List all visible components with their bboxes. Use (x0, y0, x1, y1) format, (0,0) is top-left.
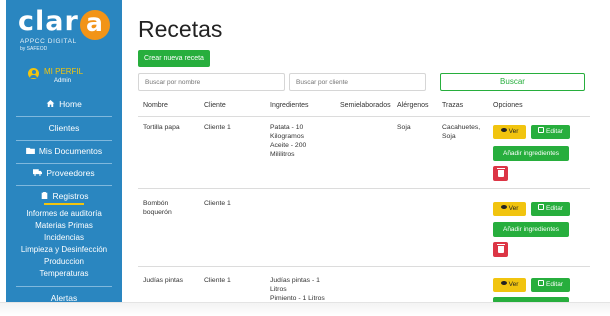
eye-icon (500, 281, 507, 286)
row-divider (138, 266, 590, 267)
nav-documentos[interactable]: Mis Documentos (6, 142, 122, 160)
cell-cliente: Cliente 1 (204, 277, 231, 284)
column-header-alergenos: Alérgenos (397, 102, 429, 109)
divider (16, 185, 112, 186)
view-button[interactable]: Ver (493, 278, 526, 292)
clipboard-icon (41, 192, 47, 200)
truck-icon (33, 169, 43, 177)
ingredient-line: Judías pintas - 1 (270, 277, 320, 284)
edit-button-label: Editar (546, 281, 563, 288)
column-header-nombre: Nombre (143, 102, 168, 109)
nav-proveedores-label: Proveedores (46, 168, 95, 178)
logo-by-line: by SAFEOD (20, 46, 48, 52)
active-underline (44, 203, 84, 205)
scroll-edge (0, 302, 610, 316)
subnav-materias-primas[interactable]: Materias Primas (6, 220, 122, 232)
view-button[interactable]: Ver (493, 125, 526, 139)
divider (16, 116, 112, 117)
nav-proveedores[interactable]: Proveedores (6, 164, 122, 182)
profile-role: Admin (54, 78, 72, 84)
ingredient-line: Kilogramos (270, 133, 304, 140)
folder-icon (25, 148, 35, 155)
delete-button[interactable] (493, 242, 508, 257)
trace-line: Cacahuetes, (442, 124, 481, 131)
cell-ingredientes: Patata - 10 Kilogramos Aceite - 200 Mili… (270, 123, 306, 159)
app-logo[interactable]: clar a APPCC DIGITAL by SAFEOD (16, 6, 112, 52)
nav-registros-label: Registros (52, 191, 89, 201)
edit-icon (538, 280, 544, 287)
column-header-ingredientes: Ingredientes (270, 102, 309, 109)
eye-icon (500, 205, 507, 210)
nav-home[interactable]: Home (6, 95, 122, 113)
search-client-input[interactable] (289, 73, 426, 91)
logo-tagline: APPCC DIGITAL (20, 38, 77, 45)
header-divider (138, 116, 590, 117)
cell-ingredientes: Judías pintas - 1 Litros Pimiento - 1 Li… (270, 276, 325, 303)
logo-letter: a (86, 8, 103, 37)
cell-cliente: Cliente 1 (204, 200, 231, 207)
subnav-produccion[interactable]: Produccion (6, 256, 122, 268)
cell-cliente: Cliente 1 (204, 124, 231, 131)
view-button-label: Ver (508, 205, 519, 212)
nav-home-label: Home (59, 99, 82, 109)
view-button[interactable]: Ver (493, 202, 526, 216)
divider (16, 286, 112, 287)
search-button[interactable]: Buscar (440, 73, 585, 91)
subnav-informes[interactable]: Informes de auditoría (6, 208, 122, 220)
column-header-semielaborados: Semielaborados (340, 102, 391, 109)
home-icon (46, 100, 55, 108)
ingredient-line: Litros (270, 286, 287, 293)
name-line: boquerón (143, 209, 172, 216)
edit-icon (538, 127, 544, 134)
cell-alergenos: Soja (397, 124, 411, 131)
user-icon (28, 68, 39, 79)
logo-word: clar (18, 6, 79, 37)
column-header-cliente: Cliente (204, 102, 226, 109)
nav-documentos-label: Mis Documentos (38, 146, 103, 156)
create-recipe-button[interactable]: Crear nueva receta (138, 50, 210, 67)
column-header-opciones: Opciones (493, 102, 523, 109)
edit-button[interactable]: Editar (531, 125, 570, 139)
name-line: Bombón (143, 200, 169, 207)
edit-button[interactable]: Editar (531, 278, 570, 292)
ingredient-line: Patata - 10 (270, 124, 304, 131)
cell-nombre: Bombón boquerón (143, 199, 172, 217)
edit-icon (538, 204, 544, 211)
eye-icon (500, 128, 507, 133)
trace-line: Soja (442, 133, 456, 140)
profile-link[interactable]: MI PERFIL Admin (28, 64, 118, 88)
cell-nombre: Tortilla papa (143, 124, 180, 131)
ingredient-line: Mililitros (270, 151, 295, 158)
cell-nombre: Judías pintas (143, 277, 184, 284)
edit-button[interactable]: Editar (531, 202, 570, 216)
logo-circle: a (80, 10, 110, 40)
row-divider (138, 188, 590, 189)
trash-icon (496, 244, 505, 253)
page-title: Recetas (138, 16, 223, 42)
delete-button[interactable] (493, 166, 508, 181)
ingredient-line: Aceite - 200 (270, 142, 307, 149)
subnav-temperaturas[interactable]: Temperaturas (6, 268, 122, 280)
divider (16, 140, 112, 141)
sidebar: clar a APPCC DIGITAL by SAFEOD MI PERFIL… (6, 0, 122, 304)
add-ingredients-button[interactable]: Añadir ingredientes (493, 222, 569, 237)
nav-clientes-label: Clientes (48, 123, 80, 133)
nav-clientes[interactable]: Clientes (6, 119, 122, 137)
edit-button-label: Editar (546, 128, 563, 135)
add-ingredients-button[interactable]: Añadir ingredientes (493, 146, 569, 161)
profile-name: MI PERFIL (44, 67, 84, 76)
column-header-trazas: Trazas (442, 102, 464, 109)
view-button-label: Ver (508, 128, 519, 135)
search-name-input[interactable] (138, 73, 285, 91)
view-button-label: Ver (508, 281, 519, 288)
edit-button-label: Editar (546, 205, 563, 212)
subnav-limpieza[interactable]: Limpieza y Desinfección (6, 244, 122, 256)
subnav-incidencias[interactable]: Incidencias (6, 232, 122, 244)
trash-icon (496, 168, 505, 177)
cell-trazas: Cacahuetes, Soja (442, 123, 480, 141)
